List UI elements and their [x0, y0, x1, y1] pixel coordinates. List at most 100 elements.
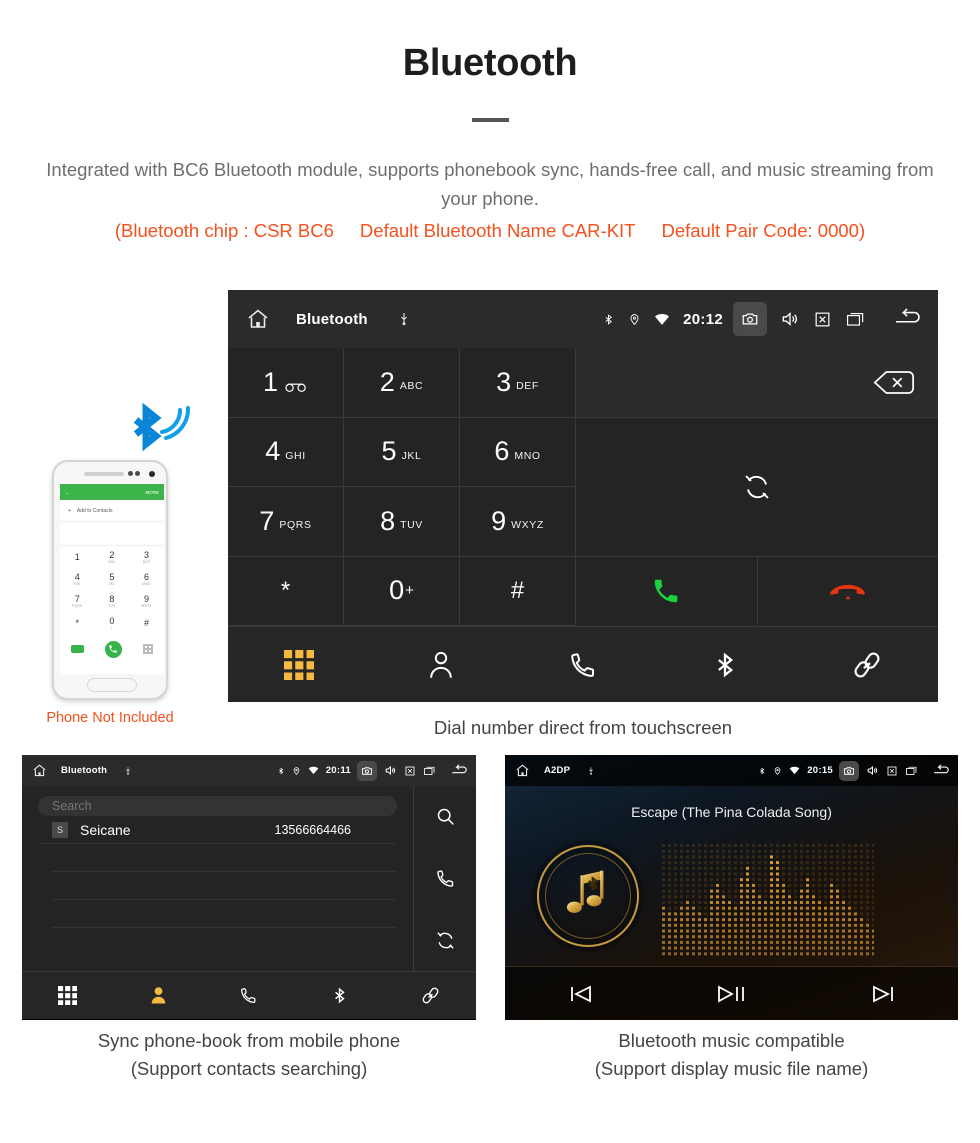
phone-appbar: ← MORE: [60, 484, 164, 500]
next-track-button[interactable]: [807, 982, 958, 1006]
tab-call-log[interactable]: [204, 986, 295, 1005]
phone-sensor-dot: [128, 471, 133, 476]
phone-mock-key-letters: ABC: [108, 559, 116, 564]
dial-key-2[interactable]: 2 ABC: [344, 348, 460, 418]
search-input[interactable]: Search: [38, 796, 397, 816]
back-icon[interactable]: [450, 763, 469, 778]
dial-key-5[interactable]: 5 JKL: [344, 417, 460, 487]
phone-sensor-dot: [135, 471, 140, 476]
dial-key-digit: 8: [380, 505, 396, 536]
tab-bluetooth[interactable]: [654, 650, 796, 680]
dial-sync-button[interactable]: [576, 417, 938, 557]
page-title: Bluetooth: [402, 42, 578, 84]
call-answer-icon: [651, 576, 681, 606]
close-box-icon[interactable]: [886, 765, 898, 777]
play-pause-button[interactable]: [656, 982, 807, 1006]
voicemail-icon: [285, 383, 306, 393]
tab-pair-link[interactable]: [385, 986, 476, 1005]
bluetooth-icon: [710, 650, 740, 680]
camera-icon[interactable]: [357, 760, 377, 781]
dial-key-letters: ABC: [399, 380, 424, 393]
tab-pair-link[interactable]: [796, 650, 938, 680]
music-caption: Bluetooth music compatible (Support disp…: [505, 1027, 958, 1083]
track-title: Escape (The Pina Colada Song): [631, 804, 832, 820]
phone-icon[interactable]: [414, 848, 476, 910]
phone-mock-key-3: 3 DEF: [129, 546, 164, 568]
camera-icon[interactable]: [733, 302, 767, 336]
skip-previous-icon: [568, 982, 594, 1006]
music-note-bluetooth-icon: [558, 866, 618, 926]
phonebook-caption-line2: (Support contacts searching): [130, 1058, 368, 1079]
keypad-icon: [143, 644, 154, 654]
dial-key-digit: 9: [491, 505, 507, 536]
contact-row[interactable]: S Seicane 13566664466: [38, 816, 397, 844]
volume-icon[interactable]: [384, 764, 397, 777]
dial-key-4[interactable]: 4 GHI: [228, 417, 344, 487]
volume-icon[interactable]: [780, 309, 800, 329]
title-divider: [472, 118, 509, 122]
tab-call-log[interactable]: [512, 650, 654, 680]
tab-contacts[interactable]: [370, 650, 512, 680]
contact-number: 13566664466: [274, 822, 351, 837]
dial-key-digit: 0: [389, 575, 405, 606]
back-icon[interactable]: [932, 763, 951, 778]
album-art: [537, 845, 639, 947]
audio-visualizer: [661, 843, 874, 958]
recent-apps-icon[interactable]: [423, 765, 436, 777]
camera-icon[interactable]: [839, 760, 859, 781]
tab-dialpad[interactable]: [228, 649, 370, 680]
music-caption-line2: (Support display music file name): [594, 1058, 869, 1079]
dial-key-7[interactable]: 7 PQRS: [228, 487, 344, 557]
music-controls: [505, 966, 958, 1020]
volume-icon[interactable]: [866, 764, 879, 777]
tab-bluetooth[interactable]: [294, 986, 385, 1005]
phonebook-status-bar: Bluetooth 20:11: [22, 755, 476, 786]
dial-key-letters: DEF: [516, 380, 539, 393]
dial-key-digit: #: [510, 576, 525, 604]
home-icon[interactable]: [246, 307, 270, 331]
phone-mock-key-digit: 1: [74, 551, 80, 562]
back-icon[interactable]: [892, 308, 924, 330]
tab-dialpad[interactable]: [22, 986, 113, 1005]
page-description: Integrated with BC6 Bluetooth module, su…: [46, 159, 934, 209]
recent-apps-icon[interactable]: [845, 310, 866, 329]
call-end-button[interactable]: [757, 556, 938, 626]
sync-icon[interactable]: [414, 909, 476, 971]
dial-key-3[interactable]: 3 DEF: [460, 348, 576, 418]
dial-key-9[interactable]: 9 WXYZ: [460, 487, 576, 557]
music-clock: 20:15: [807, 765, 833, 776]
dial-key-1[interactable]: 1: [228, 348, 344, 418]
dial-key-6[interactable]: 6 MNO: [460, 417, 576, 487]
bluetooth-icon: [277, 766, 285, 776]
dial-key-letters: GHI: [285, 449, 306, 462]
home-icon[interactable]: [32, 763, 47, 778]
dial-key-8[interactable]: 8 TUV: [344, 487, 460, 557]
dial-key-letters: JKL: [401, 449, 422, 462]
backspace-icon[interactable]: [872, 370, 916, 395]
previous-track-button[interactable]: [505, 982, 656, 1006]
phone-home-button: [87, 678, 137, 692]
phone-mock-key-letters: MNO: [142, 581, 151, 586]
phone-mock-key-digit: #: [143, 617, 149, 628]
dial-number-display[interactable]: [576, 348, 938, 418]
spec-line: (Bluetooth chip : CSR BC6 Default Blueto…: [20, 220, 960, 242]
call-answer-button[interactable]: [576, 556, 758, 626]
dial-key-star[interactable]: *: [228, 556, 344, 626]
phone-mock-key-digit: 9: [143, 593, 149, 604]
dial-key-0[interactable]: 0 +: [344, 556, 460, 626]
call-icon: [104, 640, 122, 658]
phone-mock-key-digit: 6: [143, 571, 149, 582]
spec-chip: (Bluetooth chip : CSR BC6: [114, 220, 334, 241]
tab-contacts[interactable]: [113, 986, 204, 1005]
phonebook-side-actions: [414, 786, 476, 971]
phone-mock-key-0: 0 +: [95, 612, 130, 634]
dialpad-icon: [57, 986, 77, 1005]
close-box-icon[interactable]: [813, 310, 832, 329]
call-end-icon: [829, 580, 867, 603]
dial-key-hash[interactable]: #: [460, 556, 576, 626]
close-box-icon[interactable]: [404, 765, 416, 777]
home-icon[interactable]: [515, 763, 530, 778]
recent-apps-icon[interactable]: [905, 765, 918, 777]
contact-list: S Seicane 13566664466: [38, 816, 397, 844]
search-icon[interactable]: [414, 786, 476, 848]
